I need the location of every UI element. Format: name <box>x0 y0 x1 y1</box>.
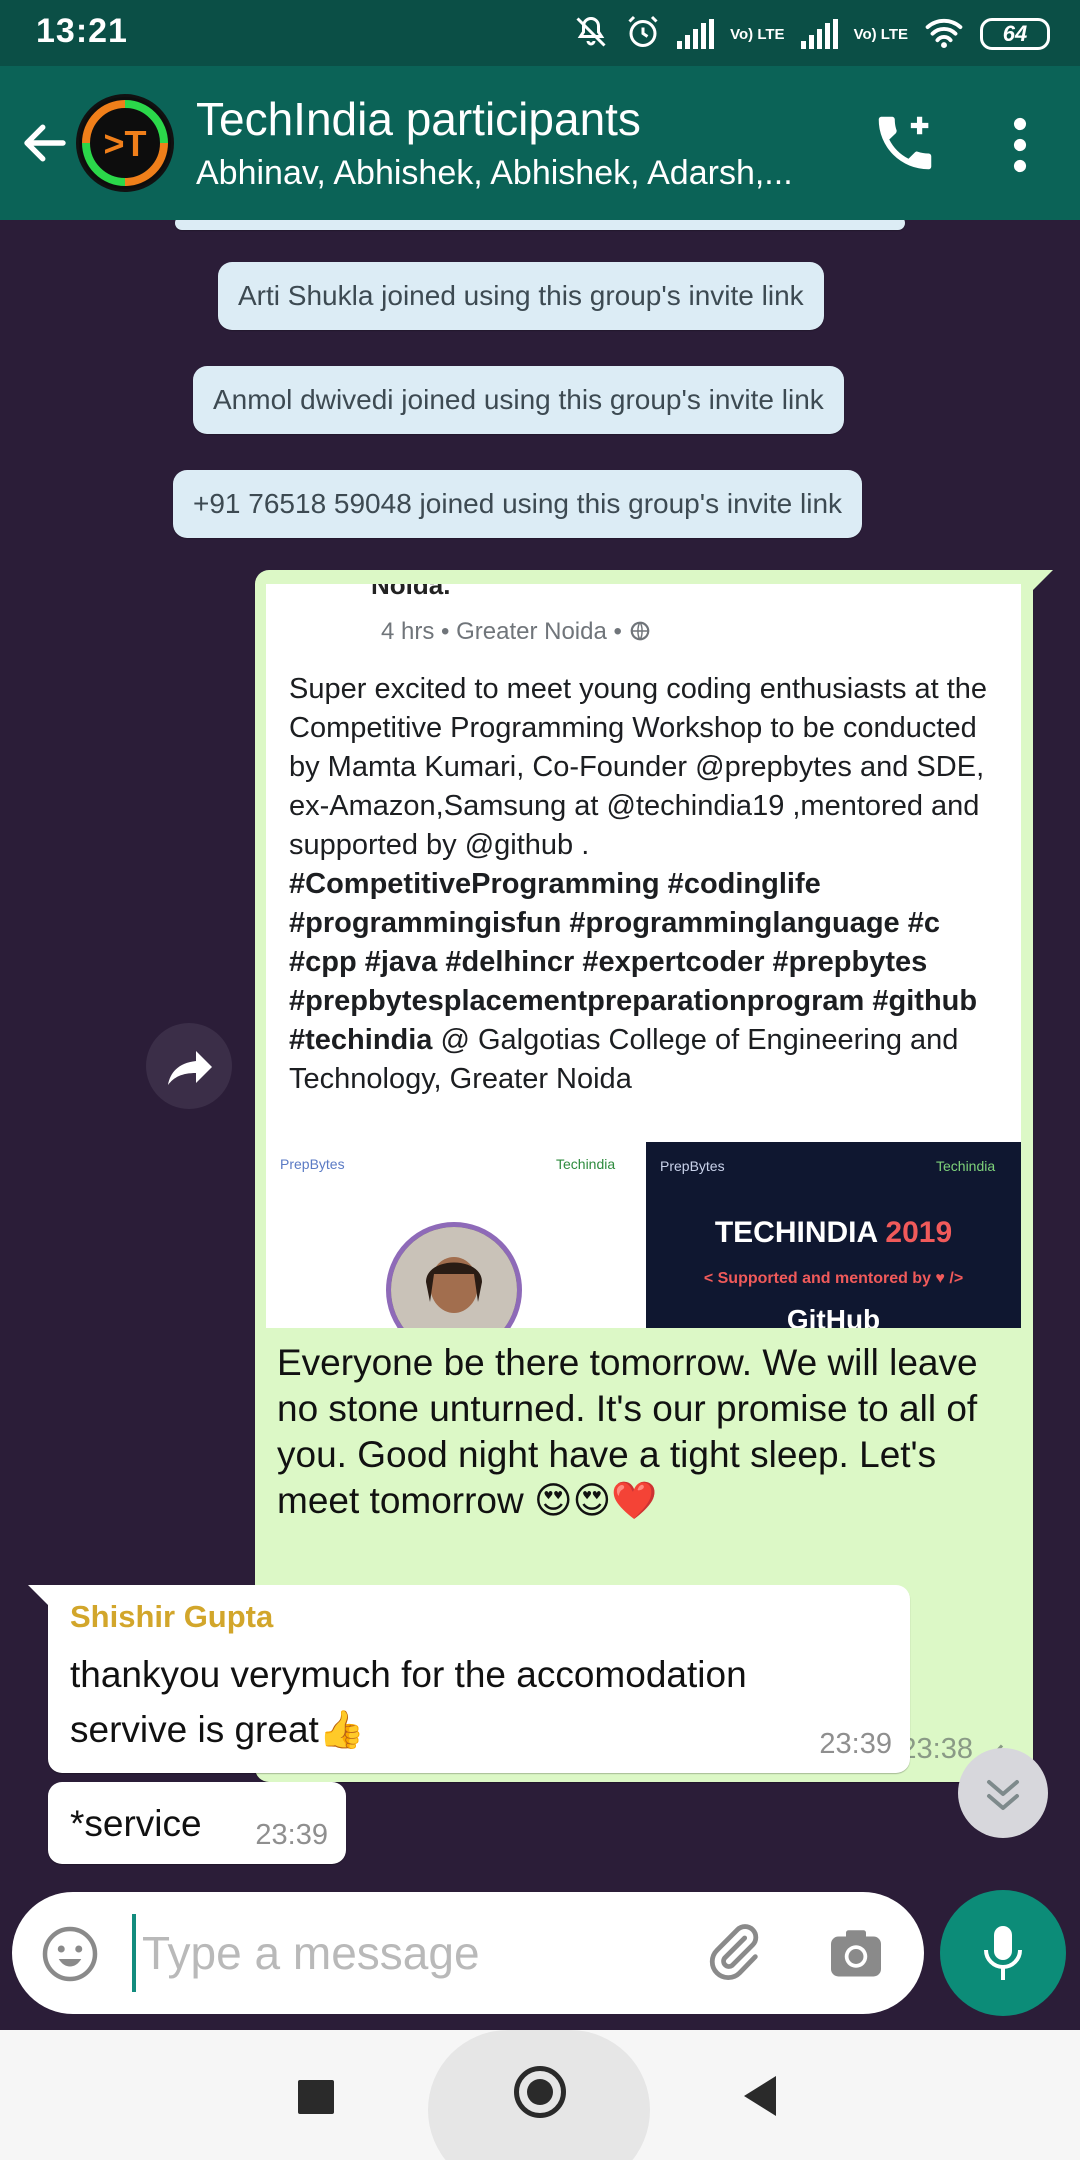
system-message: +91 76518 59048 joined using this group'… <box>173 470 863 538</box>
link-preview[interactable]: Noida. 4 hrs • Greater Noida • Super exc… <box>266 584 1021 1328</box>
paperclip-icon <box>709 1924 759 1981</box>
chat-title[interactable]: TechIndia participants <box>196 92 641 146</box>
chat-participants[interactable]: Abhinav, Abhishek, Abhishek, Adarsh,... <box>196 154 836 193</box>
alarm-icon <box>625 14 661 55</box>
bubble-tail <box>28 1585 50 1607</box>
event-headline: TECHINDIA 2019 <box>714 1216 953 1249</box>
scroll-to-bottom-button[interactable] <box>958 1748 1048 1838</box>
status-time: 13:21 <box>36 12 128 50</box>
prepbytes-logo: PrepBytes <box>660 1158 725 1174</box>
preview-image-left: PrepBytes Techindia <box>266 1142 641 1328</box>
chat-header: >T TechIndia participants Abhinav, Abhis… <box>0 66 1080 220</box>
post-intro: Super excited to meet young coding enthu… <box>289 673 988 861</box>
svg-text:>T: >T <box>103 123 146 164</box>
globe-icon <box>630 621 649 641</box>
signal-icon <box>800 19 838 49</box>
lte-label: Vo) LTE <box>730 25 785 43</box>
bubble-tail <box>1031 570 1053 592</box>
event-support-line: < Supported and mentored by ♥ /> <box>703 1270 964 1287</box>
techindia-logo: Techindia <box>936 1158 996 1174</box>
back-button[interactable] <box>18 116 72 170</box>
system-message: Arti Shukla joined using this group's in… <box>218 262 824 330</box>
preview-meta-text: 4 hrs • Greater Noida • <box>381 618 622 645</box>
battery-icon: 64 <box>980 18 1050 50</box>
system-message-cut <box>175 220 905 230</box>
incoming-message-text: thankyou verymuch for the accomodation s… <box>70 1654 747 1750</box>
techindia-logo: Techindia <box>556 1156 616 1172</box>
preview-post-text: Super excited to meet young coding enthu… <box>289 670 1001 1099</box>
mute-icon <box>573 14 609 55</box>
message-time: 23:39 <box>819 1728 892 1760</box>
status-icons: Vo) LTE Vo) LTE 64 <box>573 12 1050 56</box>
arrow-left-icon <box>24 124 66 162</box>
outgoing-message-text: Everyone be there tomorrow. We will leav… <box>277 1342 978 1521</box>
message-composer <box>12 1892 924 2014</box>
share-arrow-icon <box>168 1051 212 1085</box>
github-text: GitHub <box>786 1304 881 1328</box>
microphone-icon <box>984 1926 1022 1980</box>
smiley-icon <box>42 1926 98 1982</box>
incoming-message[interactable]: *service 23:39 <box>48 1782 346 1864</box>
speaker-photo <box>386 1222 522 1328</box>
message-input[interactable] <box>132 1914 692 1992</box>
sender-name[interactable]: Shishir Gupta <box>70 1599 273 1635</box>
preview-title: Noida. <box>371 584 451 600</box>
wifi-icon <box>924 14 964 55</box>
emoji-button[interactable] <box>40 1924 100 1984</box>
camera-button[interactable] <box>826 1924 886 1984</box>
signal-icon <box>677 19 715 49</box>
double-chevron-down-icon <box>987 1780 1019 1810</box>
techindia-logo-icon: >T <box>79 97 171 189</box>
back-nav-button[interactable] <box>744 2076 776 2116</box>
message-time: 23:39 <box>255 1819 328 1851</box>
group-avatar[interactable]: >T <box>76 94 174 192</box>
chat-area[interactable]: Arti Shukla joined using this group's in… <box>0 220 1080 1892</box>
incoming-message[interactable]: Shishir Gupta thankyou verymuch for the … <box>28 1585 910 1773</box>
lte-label: Vo) LTE <box>853 25 908 43</box>
prepbytes-logo: PrepBytes <box>280 1156 345 1172</box>
recents-button[interactable] <box>298 2080 334 2114</box>
phone-add-icon <box>878 116 932 170</box>
add-call-button[interactable] <box>870 108 940 178</box>
camera-icon <box>831 1930 881 1977</box>
status-bar: 13:21 Vo) LTE Vo) LTE 64 <box>0 0 1080 66</box>
system-message: Anmol dwivedi joined using this group's … <box>193 366 844 434</box>
attach-button[interactable] <box>702 1922 766 1986</box>
system-nav-bar <box>0 2030 1080 2160</box>
home-button[interactable] <box>514 2066 566 2118</box>
voice-record-button[interactable] <box>940 1890 1066 2016</box>
preview-image-right: PrepBytes Techindia TECHINDIA 2019 < Sup… <box>646 1142 1021 1328</box>
kebab-menu-icon <box>1013 117 1027 173</box>
forward-button[interactable] <box>146 1023 232 1109</box>
preview-meta: 4 hrs • Greater Noida • <box>381 618 651 646</box>
more-options-button[interactable] <box>1000 110 1040 180</box>
incoming-message-text: *service <box>70 1803 202 1844</box>
